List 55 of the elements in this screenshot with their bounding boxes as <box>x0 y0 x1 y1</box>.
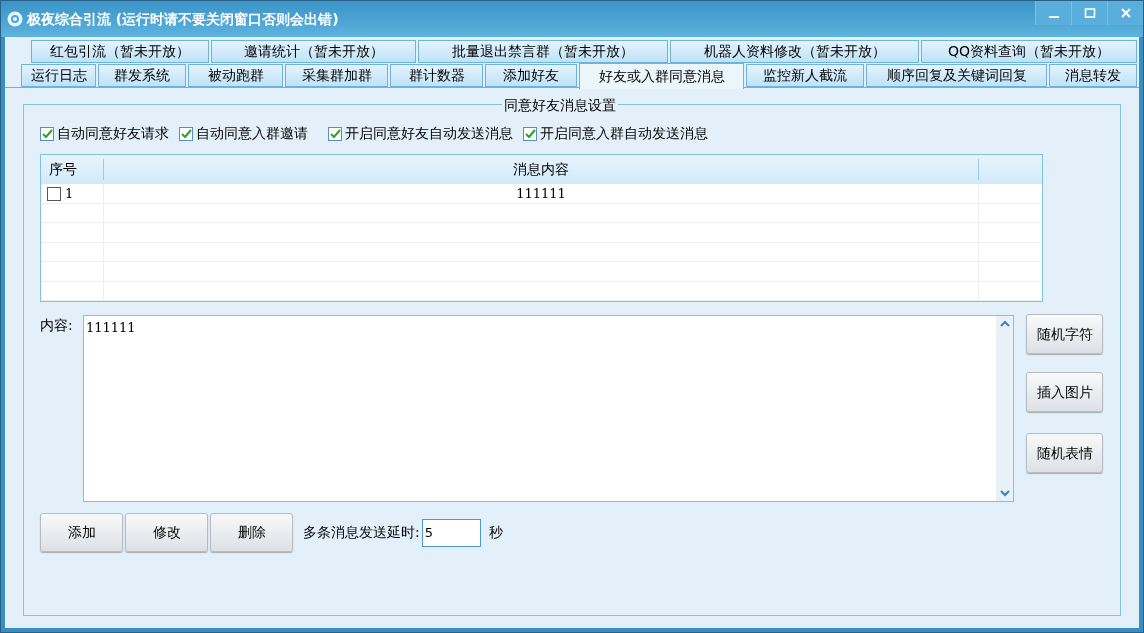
tab[interactable]: QQ资料查询（暂未开放） <box>921 40 1137 63</box>
close-button[interactable] <box>1107 1 1143 25</box>
tab[interactable]: 顺序回复及关键词回复 <box>866 64 1047 87</box>
option-label: 自动同意好友请求 <box>57 124 169 143</box>
checkbox[interactable] <box>40 126 54 141</box>
window-title: 极夜综合引流 (运行时请不要关闭窗口否则会出错) <box>27 9 339 29</box>
column-header: 序号 <box>41 159 104 180</box>
content-text: 111111 <box>85 319 137 337</box>
close-icon <box>1119 7 1132 19</box>
minimize-button[interactable] <box>1035 1 1071 25</box>
check-icon <box>524 128 536 139</box>
option-label: 开启同意入群自动发送消息 <box>540 124 708 143</box>
tab[interactable]: 红包引流（暂未开放） <box>31 40 209 63</box>
minimize-icon <box>1048 16 1059 18</box>
checkbox[interactable] <box>47 186 61 201</box>
table-cell-text: 1 <box>65 184 74 203</box>
checkbox[interactable] <box>523 126 537 141</box>
tab[interactable]: 批量退出禁言群（暂未开放） <box>418 40 668 63</box>
scrollbar[interactable] <box>996 316 1013 501</box>
delay-label: 多条消息发送延时: <box>303 523 420 542</box>
scroll-up-icon[interactable] <box>999 320 1010 327</box>
maximize-icon <box>1083 7 1096 19</box>
option-label: 自动同意入群邀请 <box>196 124 308 143</box>
content-label: 内容: <box>40 316 74 335</box>
table-cell-text: 111111 <box>516 184 566 203</box>
tab[interactable]: 添加好友 <box>485 64 577 87</box>
option-label: 开启同意好友自动发送消息 <box>345 124 513 143</box>
tab[interactable]: 机器人资料修改（暂未开放） <box>670 40 919 63</box>
maximize-button[interactable] <box>1071 1 1107 25</box>
check-icon <box>329 128 341 139</box>
action-button[interactable]: 插入图片 <box>1026 372 1103 412</box>
action-button[interactable]: 随机字符 <box>1026 314 1103 354</box>
column-header: 消息内容 <box>104 159 979 180</box>
tab[interactable]: 好友或入群同意消息 <box>579 63 744 89</box>
tab[interactable]: 消息转发 <box>1049 64 1137 87</box>
action-button[interactable]: 修改 <box>125 513 208 552</box>
scroll-down-icon[interactable] <box>999 490 1010 497</box>
content-text-area[interactable]: 111111 <box>83 315 1014 502</box>
checkbox[interactable] <box>328 126 342 141</box>
tab[interactable]: 群发系统 <box>98 64 186 87</box>
tab[interactable]: 采集群加群 <box>285 64 388 87</box>
delay-input[interactable]: 5 <box>421 518 481 547</box>
delay-unit: 秒 <box>488 523 503 542</box>
tab[interactable]: 邀请统计（暂未开放） <box>211 40 416 63</box>
action-button[interactable]: 删除 <box>210 513 293 552</box>
check-icon <box>41 128 53 139</box>
action-button[interactable]: 添加 <box>40 513 123 552</box>
tab[interactable]: 运行日志 <box>21 64 96 87</box>
checkbox[interactable] <box>179 126 193 141</box>
tab[interactable]: 监控新人截流 <box>746 64 864 87</box>
check-icon <box>180 128 192 139</box>
tab[interactable]: 群计数器 <box>390 64 483 87</box>
tab[interactable]: 被动跑群 <box>188 64 283 87</box>
action-button[interactable]: 随机表情 <box>1026 433 1103 473</box>
app-logo-icon <box>7 11 23 27</box>
